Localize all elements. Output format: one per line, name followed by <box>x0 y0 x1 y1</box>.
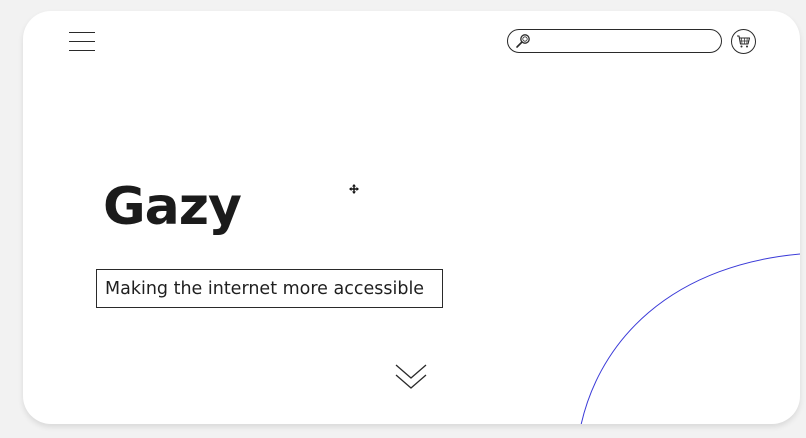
cart-button[interactable] <box>731 29 756 54</box>
menu-line <box>69 41 95 43</box>
page-title: Gazy <box>103 177 242 237</box>
magnifier-icon <box>516 34 530 48</box>
search-bar[interactable] <box>507 29 722 53</box>
tagline-box: Making the internet more accessible <box>96 269 443 308</box>
double-chevron-down-icon[interactable] <box>395 363 427 391</box>
menu-line <box>69 32 95 34</box>
menu-line <box>69 50 95 52</box>
tagline-text: Making the internet more accessible <box>105 278 425 299</box>
search-input[interactable] <box>534 32 714 49</box>
move-cursor-icon <box>349 184 359 194</box>
shopping-cart-icon <box>737 35 751 48</box>
page-card: Gazy Making the internet more accessible <box>23 11 800 424</box>
hamburger-menu-icon[interactable] <box>69 31 95 53</box>
